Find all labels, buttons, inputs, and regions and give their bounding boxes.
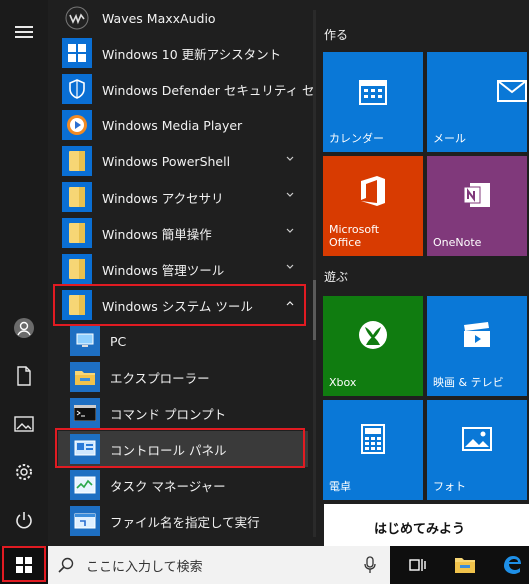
taskbar: ここに入力して検索	[0, 546, 529, 584]
tile-xbox[interactable]: Xbox	[323, 296, 423, 396]
task-view-icon[interactable]	[396, 546, 440, 584]
file-explorer-taskbar-icon[interactable]	[443, 546, 487, 584]
tile-label: カレンダー	[329, 132, 384, 146]
tile-label: 映画 & テレビ	[433, 376, 504, 390]
start-left-rail	[0, 0, 48, 546]
tile-label: メール	[433, 132, 466, 146]
app-file-explorer[interactable]: エクスプローラー	[58, 359, 308, 395]
waves-logo-icon	[62, 3, 92, 33]
app-label: ファイル名を指定して実行	[110, 514, 260, 530]
chevron-down-icon[interactable]	[286, 155, 294, 163]
tile-mail[interactable]: メール	[427, 52, 527, 152]
search-placeholder: ここに入力して検索	[86, 559, 203, 575]
app-label: Windows 管理ツール	[102, 262, 225, 278]
user-avatar-icon[interactable]	[0, 306, 48, 350]
tile-label: はじめてみよう	[374, 522, 466, 537]
app-label: Waves MaxxAudio	[102, 10, 216, 26]
windows-logo-icon	[62, 38, 92, 68]
app-label: タスク マネージャー	[110, 478, 226, 494]
app-folder-admin-tools[interactable]: Windows 管理ツール	[58, 251, 308, 287]
app-task-manager[interactable]: タスク マネージャー	[58, 467, 308, 503]
tile-calendar[interactable]: カレンダー	[323, 52, 423, 152]
microphone-icon[interactable]	[364, 556, 376, 574]
highlight-start-button	[2, 546, 46, 582]
calendar-icon	[323, 52, 423, 130]
tile-label: Xbox	[329, 376, 357, 390]
tile-label: フォト	[433, 480, 466, 494]
onenote-icon	[427, 156, 527, 234]
tile-label-line1: Microsoft	[329, 222, 380, 236]
tile-calculator[interactable]: 電卓	[323, 400, 423, 500]
taskbar-search-box[interactable]: ここに入力して検索	[48, 546, 390, 584]
tile-label-line2: Office	[329, 236, 362, 250]
pictures-icon[interactable]	[0, 402, 48, 446]
tile-microsoft-office[interactable]: Microsoft Office	[323, 156, 423, 256]
chevron-down-icon[interactable]	[286, 227, 294, 235]
app-pc[interactable]: PC	[58, 323, 308, 359]
run-icon	[70, 506, 100, 536]
app-label: Windows 10 更新アシスタント	[102, 46, 282, 62]
tile-get-started[interactable]: はじめてみよう	[324, 504, 529, 546]
tiles-pane: 作る カレンダー メール Microsoft Office OneNote 遊ぶ…	[316, 0, 529, 546]
mail-icon	[427, 52, 527, 130]
movie-clapper-icon	[427, 296, 527, 374]
chevron-down-icon[interactable]	[286, 191, 294, 199]
folder-icon	[62, 254, 92, 284]
search-icon	[58, 557, 74, 573]
app-folder-ease-of-access[interactable]: Windows 簡単操作	[58, 215, 308, 251]
edge-browser-icon[interactable]	[490, 546, 529, 584]
tile-label: 電卓	[329, 480, 351, 494]
folder-icon	[62, 182, 92, 212]
command-prompt-icon	[70, 398, 100, 428]
app-windows-media-player[interactable]: Windows Media Player	[58, 107, 308, 143]
app-label: Windows アクセサリ	[102, 190, 224, 206]
shield-icon	[62, 74, 92, 104]
app-windows-update-assistant[interactable]: Windows 10 更新アシスタント	[58, 35, 308, 71]
pc-icon	[70, 326, 100, 356]
tile-group-title: 作る	[324, 28, 349, 42]
app-label: Windows 簡単操作	[102, 226, 212, 242]
highlight-control-panel	[55, 428, 305, 468]
media-player-icon	[62, 110, 92, 140]
highlight-system-tools	[53, 284, 306, 326]
app-label: Windows Defender セキュリティ センター	[102, 82, 316, 98]
photos-icon	[427, 400, 527, 478]
settings-gear-icon[interactable]	[0, 450, 48, 494]
power-icon[interactable]	[0, 498, 48, 542]
app-run[interactable]: ファイル名を指定して実行	[58, 503, 308, 539]
app-label: Windows PowerShell	[102, 153, 231, 169]
app-label: コマンド プロンプト	[110, 406, 227, 422]
app-windows-defender[interactable]: Windows Defender セキュリティ センター	[58, 71, 316, 107]
app-waves-maxxaudio[interactable]: Waves MaxxAudio	[58, 0, 308, 36]
tile-photos[interactable]: フォト	[427, 400, 527, 500]
office-logo-icon	[323, 156, 423, 226]
chevron-down-icon[interactable]	[286, 263, 294, 271]
app-folder-powershell[interactable]: Windows PowerShell	[58, 143, 308, 179]
task-manager-icon	[70, 470, 100, 500]
folder-icon	[62, 218, 92, 248]
tile-movies-tv[interactable]: 映画 & テレビ	[427, 296, 527, 396]
app-label: Windows Media Player	[102, 117, 243, 133]
tile-group-title: 遊ぶ	[324, 270, 349, 284]
folder-icon	[62, 146, 92, 176]
xbox-icon	[323, 296, 423, 374]
menu-icon[interactable]	[0, 10, 48, 54]
file-explorer-icon	[70, 362, 100, 392]
tile-onenote[interactable]: OneNote	[427, 156, 527, 256]
app-label: エクスプローラー	[110, 370, 210, 386]
app-command-prompt[interactable]: コマンド プロンプト	[58, 395, 308, 431]
app-folder-accessories[interactable]: Windows アクセサリ	[58, 179, 308, 215]
app-label: PC	[110, 333, 127, 349]
calculator-icon	[323, 400, 423, 478]
tile-label: OneNote	[433, 236, 482, 250]
documents-icon[interactable]	[0, 354, 48, 398]
